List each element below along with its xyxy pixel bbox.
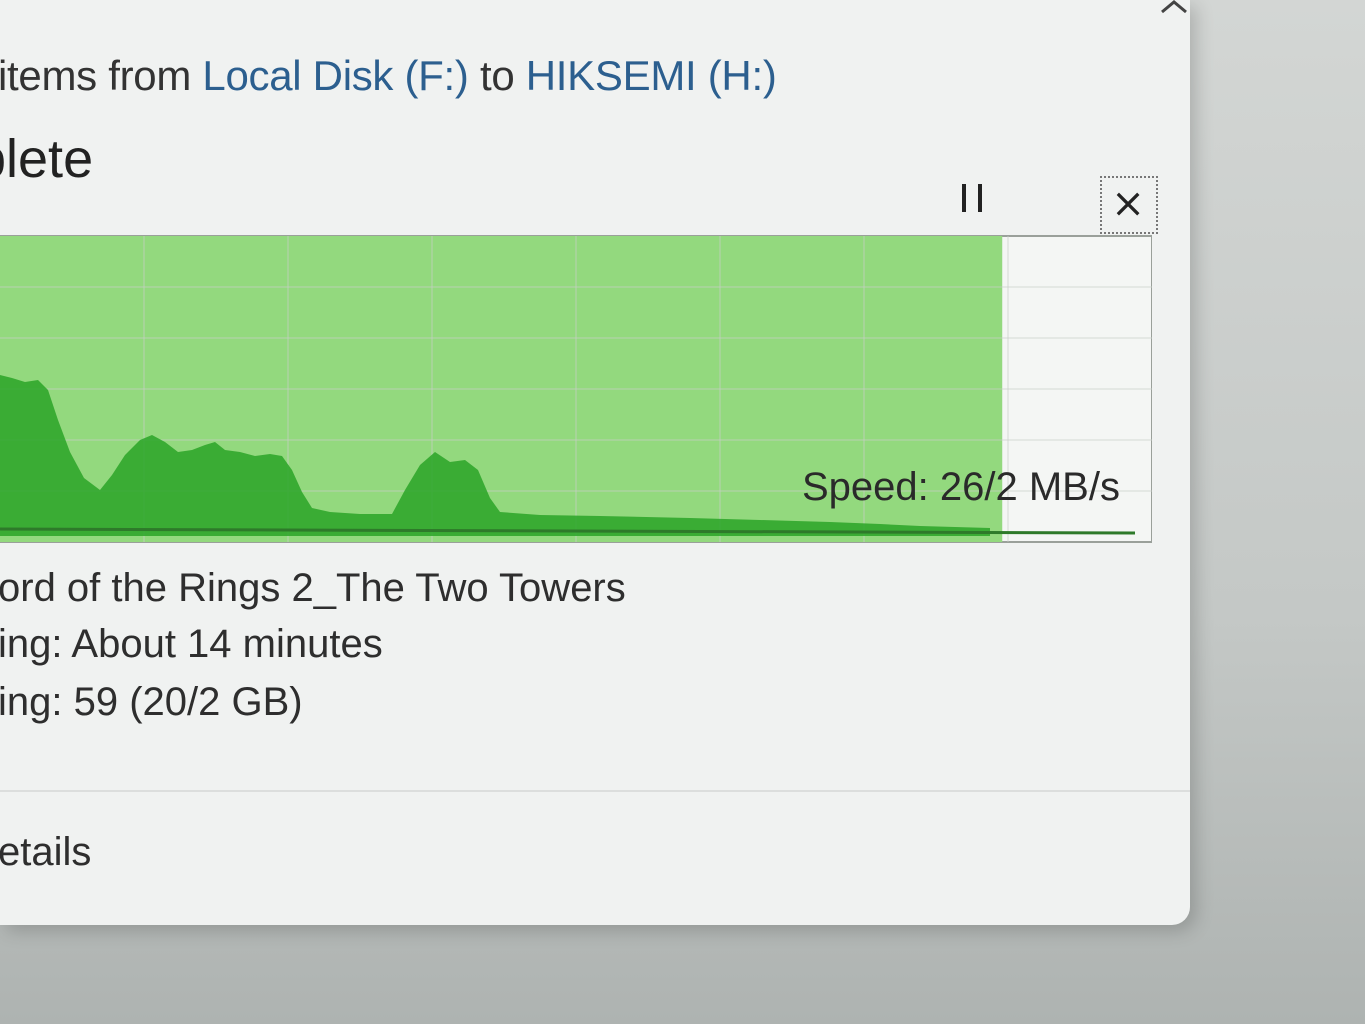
details-divider: [0, 790, 1190, 792]
subtitle-prefix: items from: [0, 52, 203, 99]
percent-complete-title: plete: [0, 129, 94, 189]
time-remaining-line: ing: About 14 minutes: [0, 622, 383, 666]
subtitle-connector: to: [468, 52, 526, 99]
fewer-details-toggle[interactable]: etails: [0, 830, 91, 875]
destination-link[interactable]: HIKSEMI (H:): [526, 52, 777, 99]
items-remaining-line: ing: 59 (20/2 GB): [0, 680, 303, 724]
speed-readout: Speed: 26/2 MB/s: [802, 465, 1120, 509]
pause-icon[interactable]: [950, 176, 996, 220]
close-button[interactable]: [1100, 176, 1158, 234]
chevron-up-icon[interactable]: [1158, 0, 1190, 18]
source-link[interactable]: Local Disk (F:): [202, 52, 469, 99]
copy-subtitle: items from Local Disk (F:) to HIKSEMI (H…: [0, 52, 777, 100]
close-icon: [1116, 192, 1140, 216]
file-name-line: ord of the Rings 2_The Two Towers: [0, 566, 626, 610]
file-copy-dialog: items from Local Disk (F:) to HIKSEMI (H…: [0, 0, 1190, 925]
